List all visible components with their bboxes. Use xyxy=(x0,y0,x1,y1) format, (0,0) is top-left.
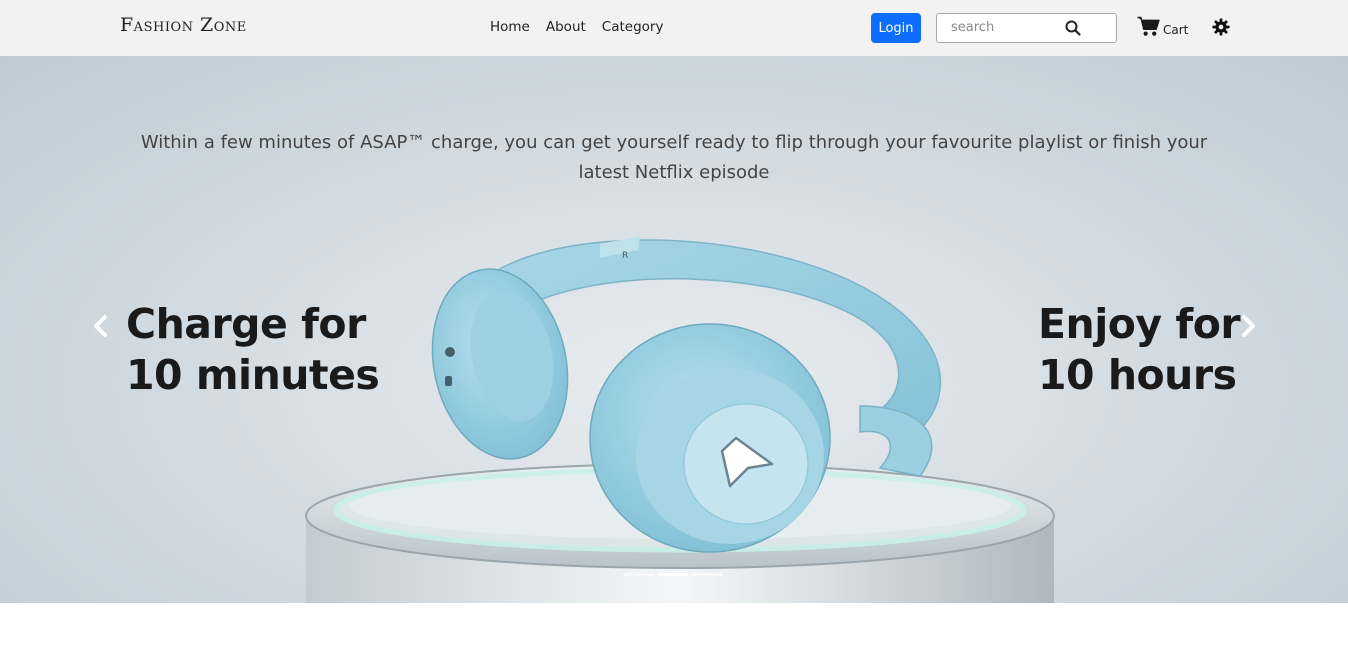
brand-logo[interactable]: Fashion Zone xyxy=(120,14,247,36)
carousel-indicators xyxy=(624,573,722,576)
hero-tagline: Within a few minutes of ASAP™ charge, yo… xyxy=(140,132,1208,183)
cart-link[interactable]: Cart xyxy=(1137,16,1188,37)
hero-right-line2: 10 hours xyxy=(1038,351,1237,399)
svg-text:R: R xyxy=(622,251,628,261)
carousel-indicator[interactable] xyxy=(624,573,654,576)
carousel-indicator[interactable] xyxy=(658,573,688,576)
gear-icon[interactable] xyxy=(1212,18,1230,36)
nav-link-home[interactable]: Home xyxy=(490,19,530,35)
search-icon[interactable] xyxy=(1065,20,1081,36)
nav-links: Home About Category xyxy=(490,19,663,35)
login-button[interactable]: Login xyxy=(871,13,921,43)
navbar: Fashion Zone Home About Category Login C… xyxy=(0,0,1348,56)
hero-right-heading: Enjoy for 10 hours xyxy=(1038,299,1241,401)
chevron-left-icon[interactable] xyxy=(90,314,112,338)
chevron-right-icon[interactable] xyxy=(1237,314,1259,338)
hero-carousel[interactable]: Within a few minutes of ASAP™ charge, yo… xyxy=(0,56,1348,603)
search-input[interactable] xyxy=(951,20,1061,35)
headphones-image: R xyxy=(305,236,1055,603)
cart-label: Cart xyxy=(1163,23,1189,37)
carousel-indicator[interactable] xyxy=(692,573,722,576)
cart-icon xyxy=(1137,16,1160,36)
hero-right-line1: Enjoy for xyxy=(1038,300,1241,348)
search-box[interactable] xyxy=(936,13,1117,43)
nav-link-category[interactable]: Category xyxy=(602,19,664,35)
nav-link-about[interactable]: About xyxy=(546,19,586,35)
